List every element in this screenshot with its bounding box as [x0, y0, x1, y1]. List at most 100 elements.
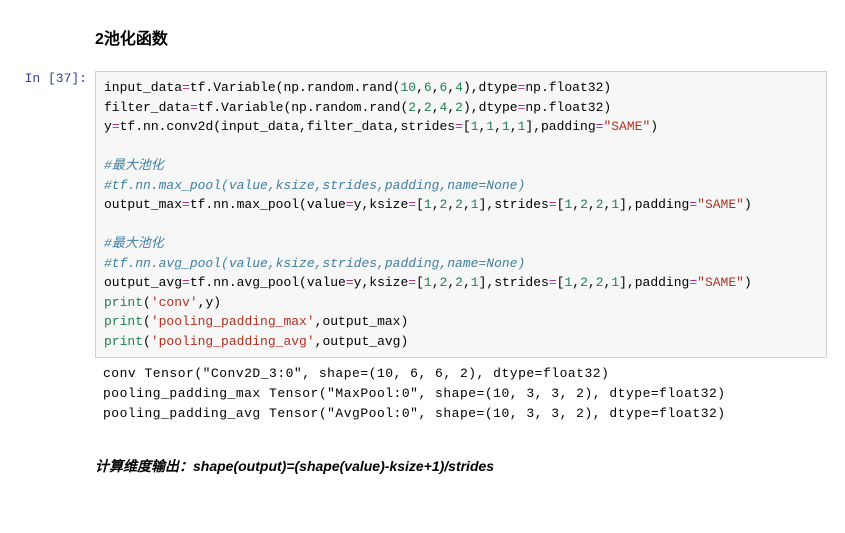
code-text: =	[182, 80, 190, 95]
code-comment: #最大池化	[104, 158, 164, 173]
code-text: 'conv'	[151, 295, 198, 310]
code-text: ,	[572, 275, 580, 290]
code-text: output_max	[104, 197, 182, 212]
code-text: 2	[455, 100, 463, 115]
code-text: )	[650, 119, 658, 134]
code-text: ,	[432, 197, 440, 212]
heading-row: 2池化函数	[0, 25, 845, 71]
code-comment: #最大池化	[104, 236, 164, 251]
code-text: 'pooling_padding_max'	[151, 314, 315, 329]
code-text: ,	[463, 197, 471, 212]
code-text: 'pooling_padding_avg'	[151, 334, 315, 349]
code-text: ,	[432, 100, 440, 115]
notebook-page: 2池化函数 In [37]: input_data=tf.Variable(np…	[0, 0, 845, 516]
code-text: ,	[416, 80, 424, 95]
code-text: =	[346, 197, 354, 212]
code-text: tf.nn.conv2d(input_data,filter_data,stri…	[120, 119, 455, 134]
code-text: 2	[596, 275, 604, 290]
output-line: conv Tensor("Conv2D_3:0", shape=(10, 6, …	[103, 366, 609, 381]
section-title: 2池化函数	[95, 25, 827, 49]
code-comment: #tf.nn.max_pool(value,ksize,strides,padd…	[104, 178, 525, 193]
input-prompt: In [37]:	[0, 71, 95, 86]
code-text: 1	[502, 119, 510, 134]
code-text: )	[744, 197, 752, 212]
code-text: ,	[463, 275, 471, 290]
code-text: ,	[432, 275, 440, 290]
code-text: 10	[400, 80, 416, 95]
code-text: 4	[455, 80, 463, 95]
code-text: input_data	[104, 80, 182, 95]
code-text: tf.nn.avg_pool(value	[190, 275, 346, 290]
code-text: (	[143, 295, 151, 310]
code-text: "SAME"	[697, 197, 744, 212]
code-text: 2	[580, 197, 588, 212]
code-text: =	[112, 119, 120, 134]
code-text: print	[104, 334, 143, 349]
code-text: 1	[611, 275, 619, 290]
output-line: pooling_padding_max Tensor("MaxPool:0", …	[103, 386, 726, 401]
code-cell[interactable]: input_data=tf.Variable(np.random.rand(10…	[95, 71, 827, 358]
code-text: 1	[471, 119, 479, 134]
code-text: 2	[408, 100, 416, 115]
code-text: ],strides	[479, 197, 549, 212]
code-text: ,y)	[198, 295, 221, 310]
code-text: ],padding	[525, 119, 595, 134]
code-text: 1	[471, 197, 479, 212]
code-text: ],strides	[479, 275, 549, 290]
code-text: =	[549, 197, 557, 212]
code-comment: #tf.nn.avg_pool(value,ksize,strides,padd…	[104, 256, 525, 271]
code-text: ,	[447, 80, 455, 95]
code-text: ,	[447, 197, 455, 212]
code-text: =	[346, 275, 354, 290]
code-text: ,	[432, 80, 440, 95]
code-text: ],padding	[619, 197, 689, 212]
code-text: 2	[580, 275, 588, 290]
code-text: "SAME"	[603, 119, 650, 134]
code-text: =	[689, 197, 697, 212]
code-text: 1	[424, 197, 432, 212]
code-text: ,	[447, 275, 455, 290]
code-text: tf.Variable(np.random.rand(	[198, 100, 409, 115]
code-text: =	[408, 197, 416, 212]
code-text: y	[104, 119, 112, 134]
code-text: 2	[424, 100, 432, 115]
code-text: 6	[424, 80, 432, 95]
code-text: 2	[596, 197, 604, 212]
code-text: 1	[471, 275, 479, 290]
code-cell-content: input_data=tf.Variable(np.random.rand(10…	[95, 71, 845, 476]
code-text: "SAME"	[697, 275, 744, 290]
code-text: )	[744, 275, 752, 290]
code-text: ,	[447, 100, 455, 115]
code-text: ,output_max)	[315, 314, 409, 329]
heading-content: 2池化函数	[95, 25, 845, 71]
code-text: np.float32)	[525, 100, 611, 115]
output-cell: conv Tensor("Conv2D_3:0", shape=(10, 6, …	[95, 358, 827, 424]
code-text: [	[416, 275, 424, 290]
code-text: =	[689, 275, 697, 290]
code-text: 1	[486, 119, 494, 134]
formula-note: 计算维度输出：shape(output)=(shape(value)-ksize…	[95, 456, 827, 476]
code-text: =	[549, 275, 557, 290]
code-text: 2	[455, 275, 463, 290]
code-text: =	[408, 275, 416, 290]
code-text: =	[190, 100, 198, 115]
code-text: =	[182, 197, 190, 212]
code-cell-row: In [37]: input_data=tf.Variable(np.rando…	[0, 71, 845, 476]
code-text: =	[182, 275, 190, 290]
code-text: ,	[572, 197, 580, 212]
code-text: np.float32)	[525, 80, 611, 95]
code-text: [	[416, 197, 424, 212]
code-text: ,	[588, 275, 596, 290]
code-text: print	[104, 314, 143, 329]
code-text: 1	[611, 197, 619, 212]
output-line: pooling_padding_avg Tensor("AvgPool:0", …	[103, 406, 726, 421]
code-text: output_avg	[104, 275, 182, 290]
code-text: ,	[494, 119, 502, 134]
code-text: y,ksize	[354, 197, 409, 212]
code-text: [	[463, 119, 471, 134]
code-text: ],padding	[619, 275, 689, 290]
code-text: ),dtype	[463, 80, 518, 95]
code-text: print	[104, 295, 143, 310]
code-text: y,ksize	[354, 275, 409, 290]
code-text: ),dtype	[463, 100, 518, 115]
